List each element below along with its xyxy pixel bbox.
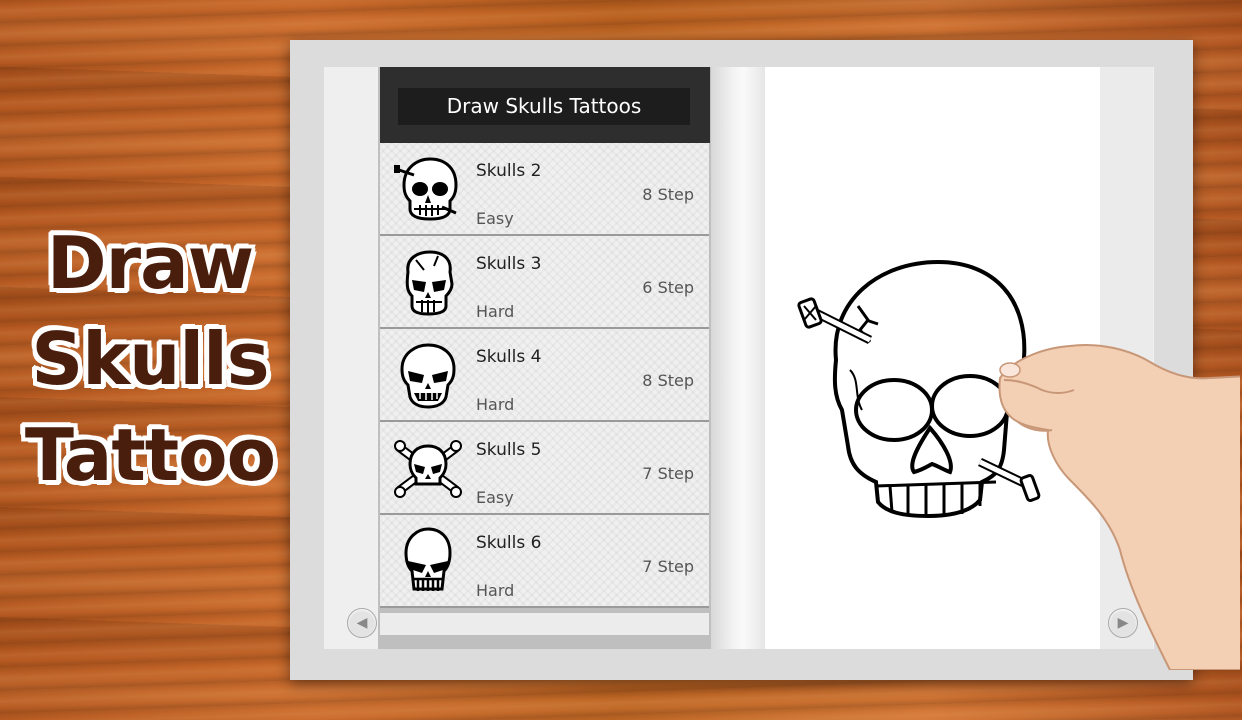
promo-line-3: Tattoo	[24, 413, 276, 497]
item-difficulty: Hard	[476, 581, 515, 600]
list-item[interactable]: Skulls 3 Hard 6 Step	[380, 236, 709, 329]
prev-page-button[interactable]: ◀	[347, 608, 377, 638]
skull-punisher-icon	[404, 527, 452, 591]
item-name: Skulls 2	[476, 161, 542, 181]
app-title: Draw Skulls Tattoos	[398, 88, 690, 125]
skull-fangs-icon	[400, 343, 456, 409]
item-name: Skulls 3	[476, 254, 542, 274]
item-difficulty: Easy	[476, 209, 514, 228]
item-name: Skulls 6	[476, 533, 542, 553]
book-spine	[711, 67, 765, 649]
skull-crossbones-icon	[394, 440, 462, 498]
item-steps: 6 Step	[642, 278, 694, 297]
skull-list: Skulls 2 Easy 8 Step Skulls 3 Hard 6 Ste…	[380, 143, 709, 608]
list-item[interactable]: Skulls 6 Hard 7 Step	[380, 515, 709, 608]
item-difficulty: Hard	[476, 302, 515, 321]
promo-line-1: Draw	[46, 221, 254, 305]
skull-drawing	[797, 259, 1240, 670]
hand-with-pencil-icon	[998, 343, 1240, 670]
left-margin	[324, 67, 377, 649]
item-steps: 7 Step	[642, 557, 694, 576]
app-header: Draw Skulls Tattoos	[380, 67, 710, 143]
item-steps: 7 Step	[642, 464, 694, 483]
item-steps: 8 Step	[642, 185, 694, 204]
item-difficulty: Easy	[476, 488, 514, 507]
item-difficulty: Hard	[476, 395, 515, 414]
list-item[interactable]: Skulls 5 Easy 7 Step	[380, 422, 709, 515]
arrow-left-icon: ◀	[356, 615, 368, 631]
item-name: Skulls 4	[476, 347, 542, 367]
skull-nail-icon	[394, 157, 458, 221]
list-item[interactable]: Skulls 2 Easy 8 Step	[380, 143, 709, 236]
skull-cracked-icon	[405, 250, 454, 316]
list-item[interactable]: Skulls 4 Hard 8 Step	[380, 329, 709, 422]
item-steps: 8 Step	[642, 371, 694, 390]
list-footer	[380, 613, 709, 635]
item-name: Skulls 5	[476, 440, 542, 460]
promo-line-2: Skulls	[31, 317, 269, 401]
promo-title: Draw Skulls Tattoo	[20, 215, 280, 503]
